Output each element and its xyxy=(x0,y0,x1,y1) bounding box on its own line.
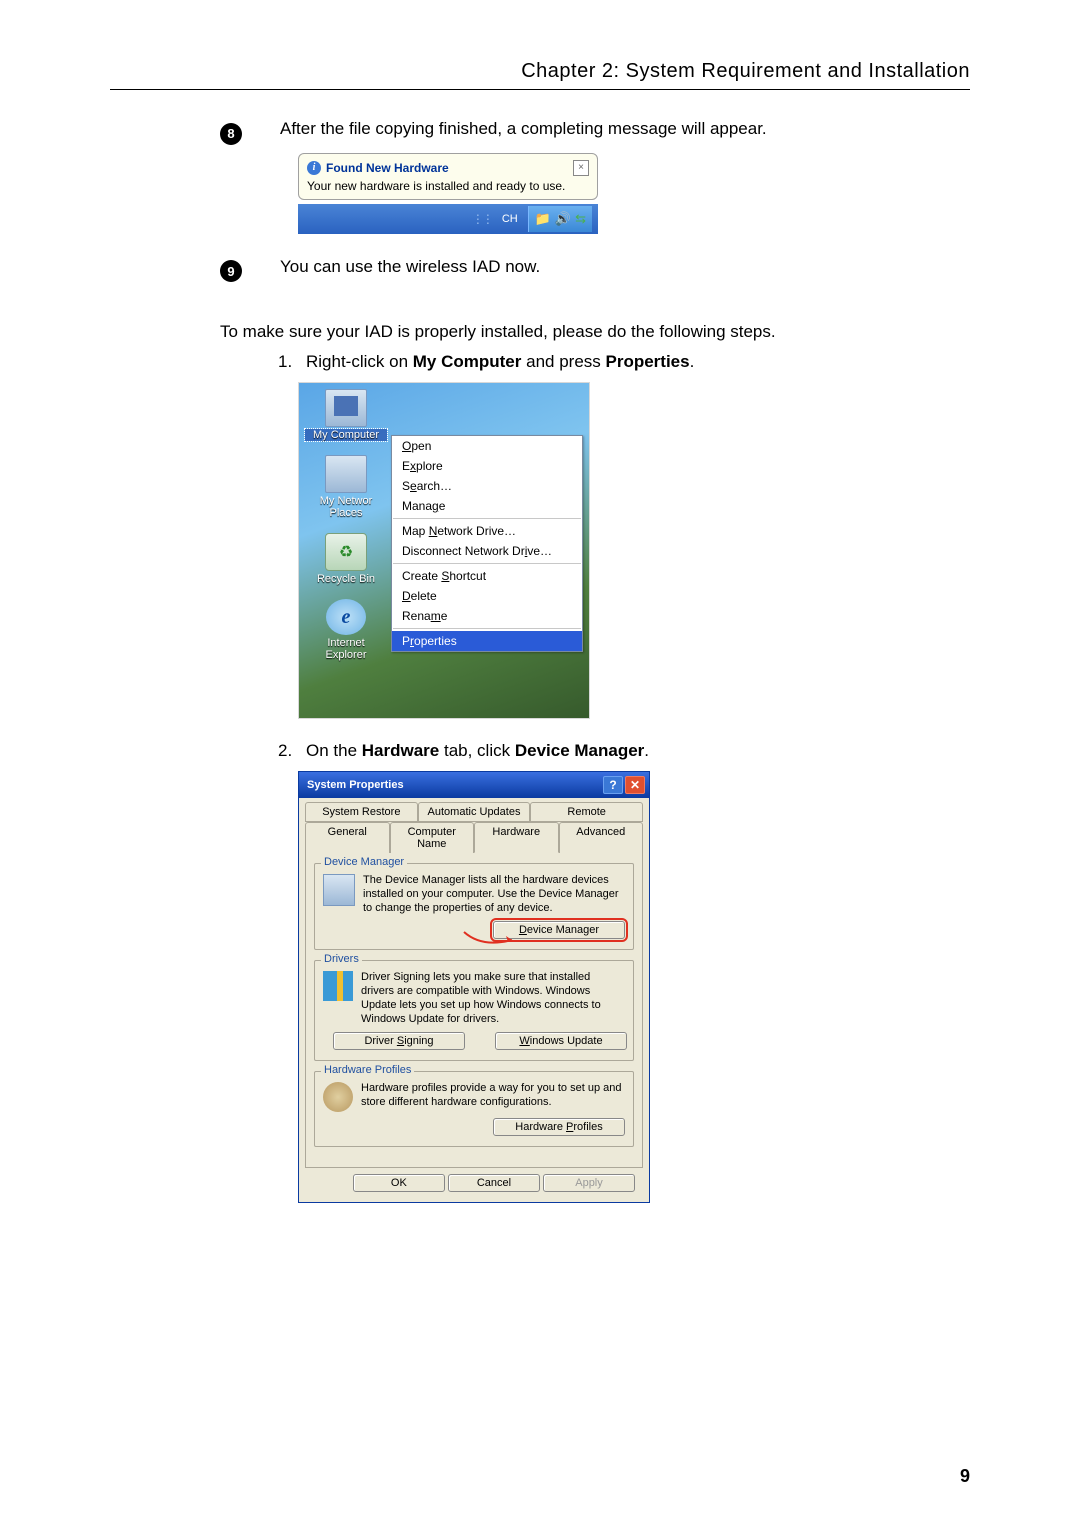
desktop-internet-explorer[interactable]: Internet Explorer xyxy=(305,599,387,661)
apply-button[interactable]: Apply xyxy=(543,1174,635,1192)
menu-map-drive[interactable]: Map Network Drive… xyxy=(392,521,582,541)
step-8-bullet: 8 xyxy=(220,123,242,145)
step-9-bullet: 9 xyxy=(220,260,242,282)
balloon-tip: i Found New Hardware × Your new hardware… xyxy=(298,153,598,200)
menu-delete[interactable]: Delete xyxy=(392,586,582,606)
ok-button[interactable]: OK xyxy=(353,1174,445,1192)
menu-open[interactable]: Opendocument.currentScript.previousSibli… xyxy=(392,436,582,456)
tab-hardware[interactable]: Hardware xyxy=(474,822,559,853)
tray-grip-icon: ⋮⋮ xyxy=(472,212,492,226)
desktop-network-places[interactable]: My Networ Places xyxy=(305,455,387,519)
figure-found-new-hardware: i Found New Hardware × Your new hardware… xyxy=(298,153,598,234)
verify-intro: To make sure your IAD is properly instal… xyxy=(220,322,970,342)
step-8: 8 After the file copying finished, a com… xyxy=(220,118,970,145)
step-8-text: After the file copying finished, a compl… xyxy=(280,118,767,145)
tray-language-indicator[interactable]: CH xyxy=(502,213,518,225)
menu-separator xyxy=(393,518,581,519)
cancel-button[interactable]: Cancel xyxy=(448,1174,540,1192)
titlebar-close-button[interactable]: ✕ xyxy=(625,776,645,794)
tab-system-restore[interactable]: System Restore xyxy=(305,802,418,822)
step-9: 9 You can use the wireless IAD now. xyxy=(220,256,970,283)
menu-separator xyxy=(393,563,581,564)
tray-sound-icon[interactable]: 🔊 xyxy=(555,211,571,227)
menu-separator xyxy=(393,628,581,629)
menu-manage[interactable]: Manage xyxy=(392,496,582,516)
desktop-my-computer[interactable]: My Computer xyxy=(305,389,387,441)
figure-system-properties: System Properties ?✕ System Restore Auto… xyxy=(298,771,650,1203)
drivers-icon xyxy=(323,971,353,1001)
tab-computer-name[interactable]: Computer Name xyxy=(390,822,475,853)
group-drivers: Drivers Driver Signing lets you make sur… xyxy=(314,960,634,1061)
hardware-profiles-text: Hardware profiles provide a way for you … xyxy=(361,1082,625,1112)
step-9-text: You can use the wireless IAD now. xyxy=(280,256,540,283)
titlebar-help-button[interactable]: ? xyxy=(603,776,623,794)
windows-update-button[interactable]: Windows Update xyxy=(495,1032,627,1050)
menu-search[interactable]: Search… xyxy=(392,476,582,496)
tab-general[interactable]: General xyxy=(305,822,390,853)
page-number: 9 xyxy=(960,1466,970,1487)
computer-icon xyxy=(325,389,367,427)
device-manager-button[interactable]: Device Manager xyxy=(493,921,625,939)
drivers-text: Driver Signing lets you make sure that i… xyxy=(361,971,625,1026)
figure-desktop-context-menu: My Computer My Networ Places Recycle Bin… xyxy=(298,382,590,719)
verify-step-1: 1.Right-click on My Computer and press P… xyxy=(278,352,970,372)
device-manager-icon xyxy=(323,874,355,906)
recycle-bin-icon xyxy=(325,533,367,571)
info-icon: i xyxy=(307,161,321,175)
menu-rename[interactable]: Rename xyxy=(392,606,582,626)
menu-explore[interactable]: Explore xyxy=(392,456,582,476)
tab-hardware-panel: Device Manager The Device Manager lists … xyxy=(305,853,643,1168)
group-hardware-profiles: Hardware Profiles Hardware profiles prov… xyxy=(314,1071,634,1147)
device-manager-text: The Device Manager lists all the hardwar… xyxy=(363,874,625,915)
chapter-header: Chapter 2: System Requirement and Instal… xyxy=(110,60,970,90)
network-places-icon xyxy=(325,455,367,493)
tray-usb-icon[interactable]: ⇆ xyxy=(575,211,586,227)
tab-strip: System Restore Automatic Updates Remote … xyxy=(305,802,643,853)
menu-properties[interactable]: Properties xyxy=(392,631,582,651)
dialog-title: System Properties xyxy=(307,779,404,791)
verify-step-2: 2.On the Hardware tab, click Device Mana… xyxy=(278,741,970,761)
hardware-profiles-button[interactable]: Hardware Profiles xyxy=(493,1118,625,1136)
hardware-profiles-icon xyxy=(323,1082,353,1112)
dialog-title-bar: System Properties ?✕ xyxy=(299,772,649,798)
desktop-recycle-bin[interactable]: Recycle Bin xyxy=(305,533,387,585)
group-hardware-profiles-legend: Hardware Profiles xyxy=(321,1064,414,1076)
highlight-arrow-icon xyxy=(462,930,514,948)
ie-icon xyxy=(326,599,366,635)
group-drivers-legend: Drivers xyxy=(321,953,362,965)
tab-advanced[interactable]: Advanced xyxy=(559,822,644,853)
context-menu: Opendocument.currentScript.previousSibli… xyxy=(391,435,583,652)
close-icon[interactable]: × xyxy=(573,160,589,176)
menu-disconnect[interactable]: Disconnect Network Drive… xyxy=(392,541,582,561)
group-device-manager: Device Manager The Device Manager lists … xyxy=(314,863,634,950)
tab-automatic-updates[interactable]: Automatic Updates xyxy=(418,802,531,822)
tray-folder-icon[interactable]: 📁 xyxy=(535,211,551,227)
menu-shortcut[interactable]: Create Shortcut xyxy=(392,566,582,586)
balloon-message: Your new hardware is installed and ready… xyxy=(307,179,589,193)
taskbar-systray: ⋮⋮ CH 📁 🔊 ⇆ xyxy=(298,204,598,234)
tab-remote[interactable]: Remote xyxy=(530,802,643,822)
balloon-title: Found New Hardware xyxy=(326,161,449,175)
driver-signing-button[interactable]: Driver Signing xyxy=(333,1032,465,1050)
group-device-manager-legend: Device Manager xyxy=(321,856,407,868)
